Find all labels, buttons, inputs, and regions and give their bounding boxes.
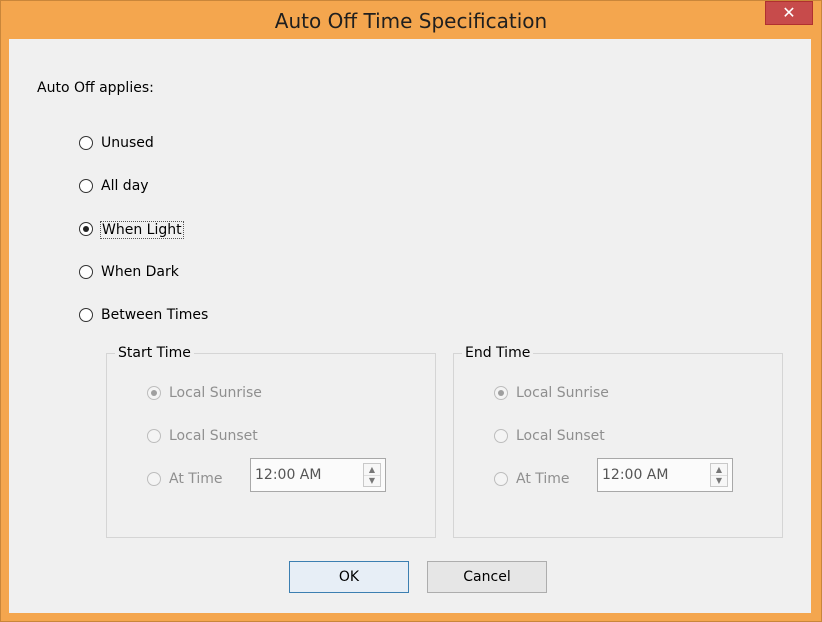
start-at-time-label[interactable]: At Time xyxy=(169,471,223,487)
radio-all-day-label[interactable]: All day xyxy=(101,178,149,194)
close-icon: ✕ xyxy=(782,3,796,22)
ok-button[interactable]: OK xyxy=(289,561,409,593)
chevron-down-icon[interactable]: ▼ xyxy=(711,475,727,486)
end-radio-local-sunrise[interactable] xyxy=(494,386,508,400)
radio-all-day[interactable] xyxy=(79,179,93,193)
start-radio-at-time[interactable] xyxy=(147,472,161,486)
end-local-sunrise-label[interactable]: Local Sunrise xyxy=(516,385,609,401)
radio-unused-label[interactable]: Unused xyxy=(101,135,154,151)
end-time-title: End Time xyxy=(462,345,534,361)
auto-off-label: Auto Off applies: xyxy=(37,80,154,96)
end-time-spinner[interactable]: ▲ ▼ xyxy=(710,463,728,487)
start-local-sunrise-label[interactable]: Local Sunrise xyxy=(169,385,262,401)
start-local-sunset-label[interactable]: Local Sunset xyxy=(169,428,258,444)
end-time-value[interactable]: 12:00 AM xyxy=(602,467,668,483)
end-at-time-label[interactable]: At Time xyxy=(516,471,570,487)
cancel-button[interactable]: Cancel xyxy=(427,561,547,593)
radio-when-dark-label[interactable]: When Dark xyxy=(101,264,179,280)
start-time-value[interactable]: 12:00 AM xyxy=(255,467,321,483)
start-radio-local-sunrise[interactable] xyxy=(147,386,161,400)
start-time-picker[interactable]: 12:00 AM ▲ ▼ xyxy=(250,458,386,492)
dialog-window: Auto Off Time Specification ✕ Auto Off a… xyxy=(0,0,822,622)
radio-unused[interactable] xyxy=(79,136,93,150)
start-time-title: Start Time xyxy=(115,345,194,361)
radio-between-times[interactable] xyxy=(79,308,93,322)
chevron-down-icon[interactable]: ▼ xyxy=(364,475,380,486)
end-time-picker[interactable]: 12:00 AM ▲ ▼ xyxy=(597,458,733,492)
end-radio-local-sunset[interactable] xyxy=(494,429,508,443)
dialog-content: Auto Off applies: Unused All day When Li… xyxy=(9,39,811,613)
window-title: Auto Off Time Specification xyxy=(274,9,548,33)
radio-between-times-label[interactable]: Between Times xyxy=(101,307,208,323)
close-button[interactable]: ✕ xyxy=(765,1,813,25)
end-local-sunset-label[interactable]: Local Sunset xyxy=(516,428,605,444)
radio-when-light[interactable] xyxy=(79,222,93,236)
start-radio-local-sunset[interactable] xyxy=(147,429,161,443)
end-radio-at-time[interactable] xyxy=(494,472,508,486)
title-bar[interactable]: Auto Off Time Specification ✕ xyxy=(1,1,821,33)
radio-when-light-label[interactable]: When Light xyxy=(100,221,184,239)
radio-when-dark[interactable] xyxy=(79,265,93,279)
end-time-group: End Time Local Sunrise Local Sunset At T… xyxy=(453,345,783,538)
start-time-spinner[interactable]: ▲ ▼ xyxy=(363,463,381,487)
start-time-group: Start Time Local Sunrise Local Sunset At… xyxy=(106,345,436,538)
